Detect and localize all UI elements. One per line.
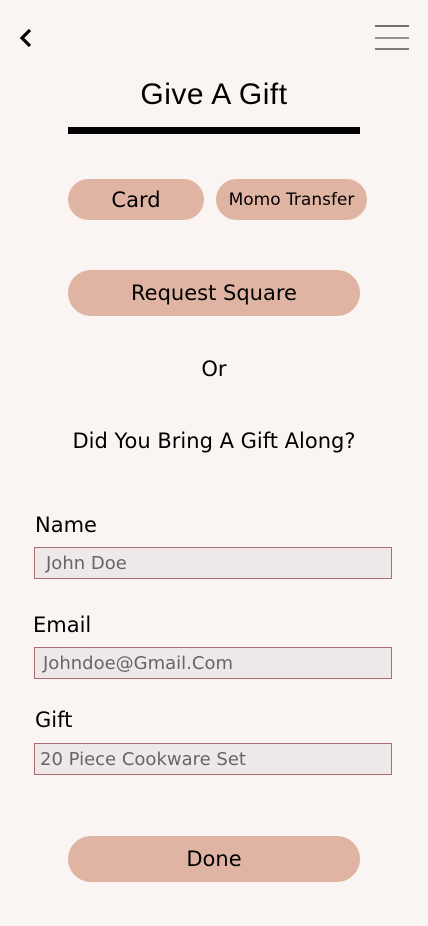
momo-transfer-label: Momo Transfer [228,189,355,210]
card-button-label: Card [111,187,161,212]
name-placeholder: John Doe [46,552,127,574]
email-placeholder: Johndoe@Gmail.Com [43,652,234,674]
gift-placeholder: 20 Piece Cookware Set [40,748,246,770]
email-input[interactable]: Johndoe@Gmail.Com [34,647,392,679]
email-label: Email [33,613,92,637]
momo-transfer-button[interactable]: Momo Transfer [216,179,367,220]
gift-question: Did You Bring A Gift Along? [72,429,356,453]
request-square-button[interactable]: Request Square [68,270,360,316]
chevron-left-icon [19,28,32,48]
gift-input[interactable]: 20 Piece Cookware Set [34,743,392,775]
gift-label: Gift [35,708,73,732]
card-button[interactable]: Card [68,179,204,220]
done-button[interactable]: Done [68,836,360,882]
or-divider-text: Or [201,357,227,381]
title-underline [68,127,360,134]
back-button[interactable] [14,24,40,54]
request-square-label: Request Square [131,281,297,305]
done-button-label: Done [186,847,242,871]
name-input[interactable]: John Doe [34,547,392,579]
hamburger-menu-icon [375,25,409,50]
name-label: Name [35,513,97,537]
page-title: Give A Gift [140,78,288,111]
menu-button[interactable] [374,22,410,54]
